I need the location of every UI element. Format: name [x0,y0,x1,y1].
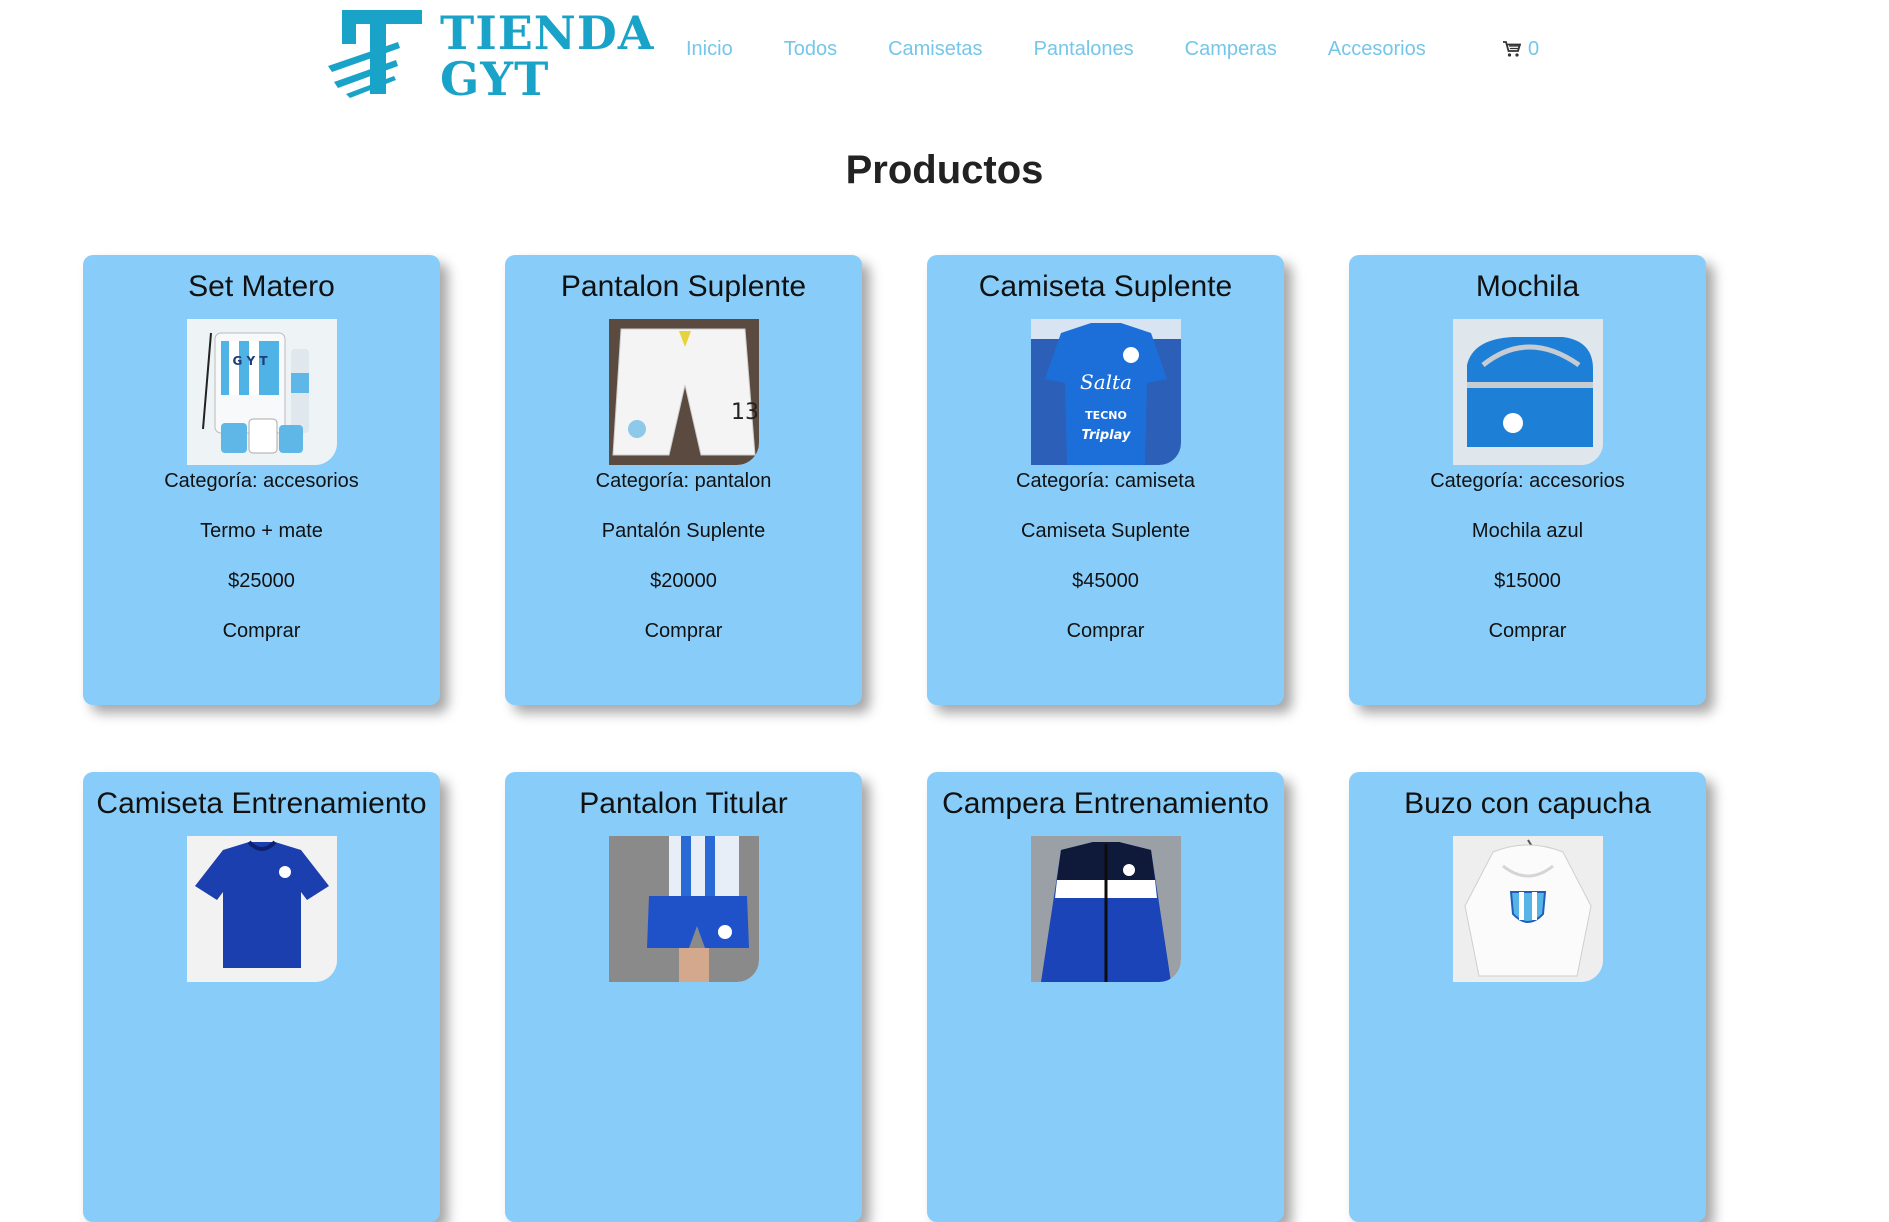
product-category: Categoría: accesorios [1430,470,1625,492]
product-card-camiseta-suplente: Camiseta Suplente Salta TECNO Triplay Ca… [927,255,1284,705]
page-title: Productos [845,148,1044,192]
product-price: $45000 [1072,570,1139,592]
blue-jersey-image: Salta TECNO Triplay [1030,319,1181,465]
home-shorts-image [608,836,759,982]
product-description: Mochila azul [1471,520,1584,542]
nav-todos[interactable]: Todos [784,36,837,62]
nav-camisetas[interactable]: Camisetas [888,36,982,62]
brand-line2: GYT [440,52,550,106]
svg-text:TECNO: TECNO [1085,409,1127,422]
product-card-campera-entrenamiento: Campera Entrenamiento [927,772,1284,1222]
product-card-buzo-con-capucha: Buzo con capucha [1349,772,1706,1222]
blue-backpack-image [1452,319,1603,465]
product-title: Campera Entrenamiento [942,787,1269,820]
brand-line1: TIENDA [440,6,655,60]
product-title: Pantalon Titular [579,787,788,820]
buy-button[interactable]: Comprar [83,619,440,643]
product-card-pantalon-titular: Pantalon Titular [505,772,862,1222]
svg-text:G Y T: G Y T [232,354,268,368]
product-title: Pantalon Suplente [560,270,807,303]
svg-text:Triplay: Triplay [1081,428,1130,443]
product-title: Camiseta Entrenamiento [96,787,427,820]
buy-button[interactable]: Comprar [1349,619,1706,643]
main-nav: Inicio Todos Camisetas Pantalones Camper… [686,36,1477,62]
site-header: TIENDA GYT Inicio Todos Camisetas Pantal… [0,0,1889,110]
product-description: Pantalón Suplente [601,520,766,542]
svg-text:Salta: Salta [1080,370,1132,394]
product-category: Categoría: pantalon [595,470,772,492]
brand-logo[interactable]: TIENDA GYT [328,8,653,102]
nav-pantalones[interactable]: Pantalones [1034,36,1134,62]
brand-name: TIENDA GYT [440,10,654,102]
nav-accesorios[interactable]: Accesorios [1328,36,1426,62]
product-card-mochila: Mochila Categoría: accesorios Mochila az… [1349,255,1706,705]
product-description: Termo + mate [200,520,323,542]
mate-set-image: G Y T [186,319,337,465]
cart-icon [1503,41,1522,57]
nav-inicio[interactable]: Inicio [686,36,733,62]
svg-text:13: 13 [731,400,759,425]
brand-logo-icon [328,10,422,98]
cart-count: 0 [1528,37,1540,60]
product-title: Camiseta Suplente [978,270,1233,303]
white-shorts-image: 13 [608,319,759,465]
product-card-pantalon-suplente: Pantalon Suplente 13 Categoría: pantalon… [505,255,862,705]
buy-button[interactable]: Comprar [927,619,1284,643]
product-category: Categoría: camiseta [1016,470,1195,492]
nav-camperas[interactable]: Camperas [1185,36,1277,62]
cart-widget[interactable]: 0 [1502,36,1539,62]
product-price: $20000 [650,570,717,592]
product-title: Mochila [1475,270,1580,303]
training-shirt-image [186,836,337,982]
product-price: $25000 [228,570,295,592]
product-title: Buzo con capucha [1404,787,1651,820]
product-card-set-matero: Set Matero G Y T Categoría: accesorios T… [83,255,440,705]
product-category: Categoría: accesorios [164,470,359,492]
product-title: Set Matero [188,270,335,303]
product-card-camiseta-entrenamiento: Camiseta Entrenamiento [83,772,440,1222]
white-hoodie-image [1452,836,1603,982]
buy-button[interactable]: Comprar [505,619,862,643]
product-description: Camiseta Suplente [1021,520,1190,542]
training-jacket-image [1030,836,1181,982]
product-price: $15000 [1494,570,1561,592]
